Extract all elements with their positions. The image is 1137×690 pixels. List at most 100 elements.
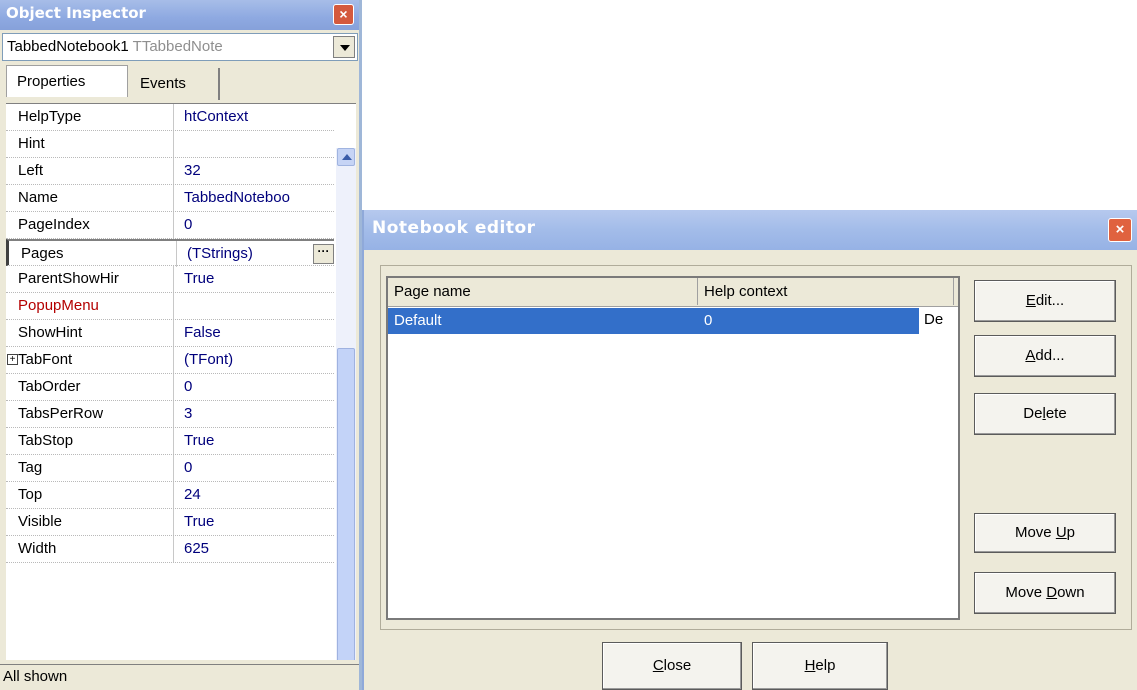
property-name: Hint xyxy=(18,135,45,152)
object-inspector-window: Object Inspector × TabbedNotebook1 TTabb… xyxy=(0,0,362,690)
property-row[interactable]: HelpType htContext xyxy=(6,104,334,131)
move-down-label-start: Move xyxy=(1005,584,1047,601)
property-row[interactable]: PopupMenu xyxy=(6,293,334,320)
property-name: Name xyxy=(18,189,59,206)
property-name: ShowHint xyxy=(18,324,83,341)
property-name: TabOrder xyxy=(18,378,81,395)
property-row[interactable]: Name TabbedNoteboo xyxy=(6,185,334,212)
property-value: 32 xyxy=(184,162,201,179)
property-row[interactable]: TabOrder 0 xyxy=(6,374,334,401)
property-value: True xyxy=(184,432,215,449)
property-value: 0 xyxy=(184,216,193,233)
scrollbar-thumb[interactable] xyxy=(337,348,355,660)
move-down-label-end: own xyxy=(1057,584,1085,601)
tab-events[interactable]: Events xyxy=(130,68,220,100)
property-name: TabStop xyxy=(18,432,74,449)
property-name: PageIndex xyxy=(18,216,90,233)
delete-label-start: De xyxy=(1023,405,1043,422)
pages-list[interactable]: Page name Help context Default 0 De xyxy=(386,276,960,620)
add-button[interactable]: Add... xyxy=(974,335,1116,377)
property-value: 0 xyxy=(184,378,193,395)
property-row[interactable]: Width 625 xyxy=(6,536,334,563)
move-up-button[interactable]: Move Up xyxy=(974,513,1116,553)
help-label: elp xyxy=(815,657,836,674)
edit-label: dit... xyxy=(1035,292,1065,309)
property-value: htContext xyxy=(184,108,249,125)
add-mnemonic: A xyxy=(1025,347,1036,364)
list-item-selected[interactable]: Default 0 xyxy=(388,308,919,334)
help-mnemonic: H xyxy=(804,657,816,674)
component-type: TTabbedNote xyxy=(132,38,223,55)
property-name: TabFont xyxy=(18,351,73,368)
move-down-mnemonic: D xyxy=(1046,584,1058,601)
delete-button[interactable]: Delete xyxy=(974,393,1116,435)
property-name: Pages xyxy=(21,245,64,262)
tab-properties[interactable]: Properties xyxy=(6,65,128,97)
property-value: 3 xyxy=(184,405,193,422)
close-label: lose xyxy=(663,657,692,674)
ellipsis-icon[interactable]: ··· xyxy=(313,244,334,264)
component-selector[interactable]: TabbedNotebook1 TTabbedNote xyxy=(2,33,358,61)
close-button[interactable]: Close xyxy=(602,642,742,690)
property-name: Left xyxy=(18,162,44,179)
close-icon[interactable]: × xyxy=(333,4,354,25)
property-name: PopupMenu xyxy=(18,297,99,314)
list-header: Page name Help context xyxy=(388,278,958,307)
add-label: dd... xyxy=(1035,347,1065,364)
property-row[interactable]: PageIndex 0 xyxy=(6,212,334,239)
property-value: False xyxy=(184,324,221,341)
property-name: Visible xyxy=(18,513,62,530)
property-row[interactable]: + TabFont (TFont) xyxy=(6,347,334,374)
property-row[interactable]: Hint xyxy=(6,131,334,158)
component-name: TabbedNotebook1 xyxy=(7,38,129,55)
dialog-title: Notebook editor xyxy=(372,218,536,238)
component-selector-value: TabbedNotebook1 TTabbedNote xyxy=(7,38,329,55)
property-row[interactable]: ShowHint False xyxy=(6,320,334,347)
notebook-editor-titlebar[interactable]: Notebook editor × xyxy=(364,210,1137,250)
overflow-text: De xyxy=(924,311,944,328)
edit-button[interactable]: Edit... xyxy=(974,280,1116,322)
property-row[interactable]: Top 24 xyxy=(6,482,334,509)
delete-label-end: ete xyxy=(1045,405,1067,422)
property-row[interactable]: TabStop True xyxy=(6,428,334,455)
property-grid: HelpType htContext Hint Left 32 Name Tab… xyxy=(6,103,356,660)
help-context-cell: 0 xyxy=(704,312,713,329)
expand-icon[interactable]: + xyxy=(7,354,18,365)
property-row[interactable]: ParentShowHir True xyxy=(6,266,334,293)
page-name-cell: Default xyxy=(394,312,442,329)
property-value: (TFont) xyxy=(184,351,234,368)
property-row[interactable]: TabsPerRow 3 xyxy=(6,401,334,428)
property-value: 0 xyxy=(184,459,193,476)
property-row[interactable]: Tag 0 xyxy=(6,455,334,482)
vertical-scrollbar[interactable] xyxy=(336,148,356,660)
close-mnemonic: C xyxy=(652,657,664,674)
property-name: HelpType xyxy=(18,108,82,125)
property-value: True xyxy=(184,270,215,287)
close-icon[interactable]: × xyxy=(1108,218,1132,242)
property-row[interactable]: Visible True xyxy=(6,509,334,536)
property-name: Top xyxy=(18,486,43,503)
notebook-editor-dialog: Notebook editor × Page name Help context… xyxy=(362,210,1137,690)
help-button[interactable]: Help xyxy=(752,642,888,690)
edit-mnemonic: E xyxy=(1025,292,1036,309)
property-value: 24 xyxy=(184,486,201,503)
move-up-label-start: Move xyxy=(1014,524,1056,541)
scroll-up-icon[interactable] xyxy=(337,148,355,166)
chevron-down-icon[interactable] xyxy=(333,36,355,58)
column-header-page-name[interactable]: Page name xyxy=(388,278,698,305)
move-up-mnemonic: U xyxy=(1055,524,1067,541)
property-value: 625 xyxy=(184,540,210,557)
object-inspector-title: Object Inspector xyxy=(6,4,146,22)
object-inspector-titlebar[interactable]: Object Inspector × xyxy=(0,0,359,30)
property-name: Width xyxy=(18,540,57,557)
property-name: ParentShowHir xyxy=(18,270,119,287)
property-name: TabsPerRow xyxy=(18,405,104,422)
property-value: True xyxy=(184,513,215,530)
property-name: Tag xyxy=(18,459,43,476)
move-down-button[interactable]: Move Down xyxy=(974,572,1116,614)
move-up-label-end: p xyxy=(1066,524,1076,541)
status-bar: All shown xyxy=(0,664,359,690)
property-row[interactable]: Left 32 xyxy=(6,158,334,185)
column-header-help-context[interactable]: Help context xyxy=(698,278,954,305)
property-row-selected[interactable]: Pages (TStrings) ··· xyxy=(6,239,334,267)
